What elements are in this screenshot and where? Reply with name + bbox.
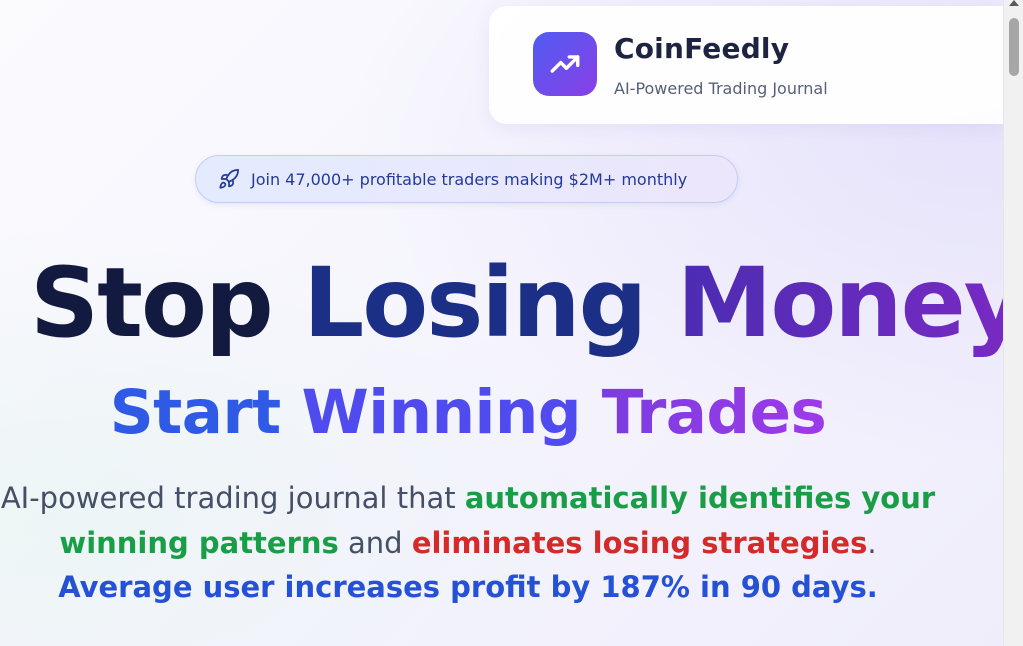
hero-subheadline: Start Winning Trades [0, 376, 936, 449]
hero-description: AI-powered trading journal that automati… [0, 476, 936, 608]
social-proof-badge[interactable]: Join 47,000+ profitable traders making $… [195, 155, 738, 203]
headline-word-money: Money [676, 247, 1023, 359]
rocket-icon [218, 168, 240, 190]
brand-logo[interactable] [533, 32, 597, 96]
subheadline-word-trades: Trades [601, 377, 827, 448]
subheadline-word-winning: Winning [301, 377, 582, 448]
description-text-3: . [867, 526, 877, 560]
description-highlight-profit: Average user increases profit by 187% in… [58, 570, 878, 604]
brand-name[interactable]: CoinFeedly [614, 32, 789, 65]
description-highlight-losing: eliminates losing strategies [411, 526, 868, 560]
social-proof-text: Join 47,000+ profitable traders making $… [251, 169, 688, 189]
headline-word-losing: Losing [303, 247, 647, 359]
headline-word-stop: Stop [30, 247, 274, 359]
scroll-up-arrow-icon[interactable] [1009, 0, 1019, 6]
description-text-2: and [338, 526, 412, 560]
hero-headline: Stop Losing Money [30, 248, 1023, 358]
subheadline-word-start: Start [109, 377, 282, 448]
brand-card[interactable]: CoinFeedly AI-Powered Trading Journal [489, 6, 1003, 124]
trending-up-icon [550, 55, 580, 73]
scrollbar-thumb[interactable] [1009, 18, 1019, 76]
description-text-1: AI-powered trading journal that [0, 481, 465, 515]
scrollbar[interactable] [1003, 0, 1023, 646]
brand-tagline: AI-Powered Trading Journal [614, 79, 828, 98]
